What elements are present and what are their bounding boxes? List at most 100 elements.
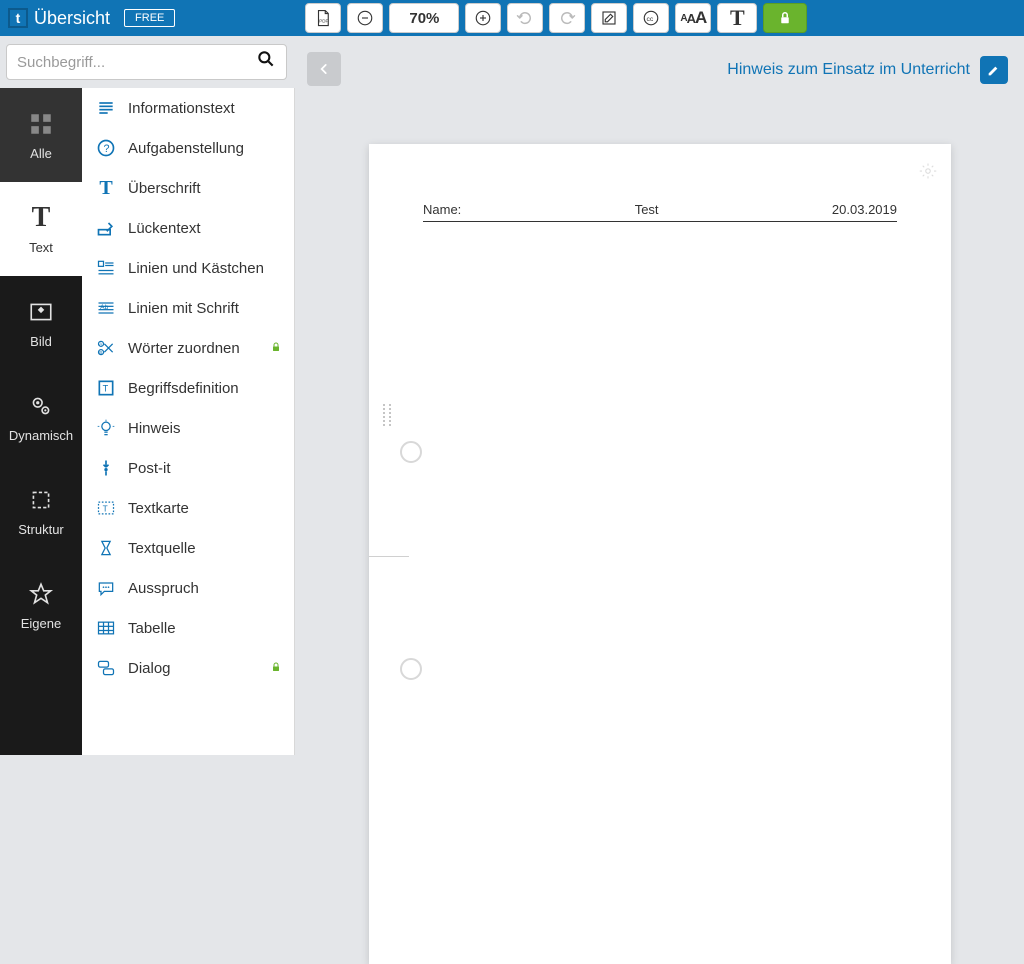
module-list: Informationstext ? Aufgabenstellung T Üb…	[82, 88, 295, 755]
drop-target[interactable]	[400, 441, 422, 463]
module-label: Tabelle	[128, 620, 176, 637]
module-label: Post-it	[128, 460, 171, 477]
module-lueckentext[interactable]: Lückentext	[82, 208, 294, 248]
module-postit[interactable]: Post-it	[82, 448, 294, 488]
edit-icon	[600, 9, 618, 27]
selection-icon	[27, 486, 55, 514]
document-header: Name: Test 20.03.2019	[423, 202, 897, 222]
edit-button[interactable]	[591, 3, 627, 33]
module-linien-kaestchen[interactable]: Linien und Kästchen	[82, 248, 294, 288]
module-label: Textkarte	[128, 500, 189, 517]
module-label: Begriffsdefinition	[128, 380, 239, 397]
gap-text-icon	[96, 218, 116, 238]
module-ausspruch[interactable]: Ausspruch	[82, 568, 294, 608]
document-page[interactable]: Name: Test 20.03.2019	[369, 144, 951, 964]
drag-handle[interactable]	[383, 404, 391, 426]
gear-icon	[919, 162, 937, 180]
gears-icon	[27, 392, 55, 420]
category-structure[interactable]: Struktur	[0, 464, 82, 558]
svg-text:B: B	[99, 350, 102, 355]
module-textquelle[interactable]: Textquelle	[82, 528, 294, 568]
module-label: Aufgabenstellung	[128, 140, 244, 157]
module-aufgabenstellung[interactable]: ? Aufgabenstellung	[82, 128, 294, 168]
word-match-icon: AB	[96, 338, 116, 358]
search-icon[interactable]	[256, 49, 276, 75]
module-label: Ausspruch	[128, 580, 199, 597]
collapse-sidebar-button[interactable]	[307, 52, 341, 86]
info-lines-icon	[96, 98, 116, 118]
svg-text:Ab: Ab	[100, 304, 108, 311]
definition-icon: T	[96, 378, 116, 398]
lines-text-icon: Ab	[96, 298, 116, 318]
quote-icon	[96, 578, 116, 598]
module-label: Hinweis	[128, 420, 181, 437]
module-hinweis[interactable]: Hinweis	[82, 408, 294, 448]
undo-button[interactable]	[507, 3, 543, 33]
module-tabelle[interactable]: Tabelle	[82, 608, 294, 648]
doc-date: 20.03.2019	[832, 202, 897, 217]
hourglass-icon	[96, 538, 116, 558]
logo[interactable]: t Übersicht FREE	[8, 8, 175, 29]
drop-target[interactable]	[400, 658, 422, 680]
category-image[interactable]: Bild	[0, 276, 82, 370]
page-settings-button[interactable]	[919, 162, 937, 185]
module-informationstext[interactable]: Informationstext	[82, 88, 294, 128]
category-text[interactable]: T Text	[0, 182, 82, 276]
category-own[interactable]: Eigene	[0, 558, 82, 652]
lock-icon	[270, 340, 282, 357]
category-all[interactable]: Alle	[0, 88, 82, 182]
top-bar: t Übersicht FREE PDF 70% cc AAA T	[0, 0, 1024, 36]
typography-button[interactable]: T	[717, 3, 757, 33]
image-icon	[27, 298, 55, 326]
search-box[interactable]	[6, 44, 287, 80]
star-icon	[27, 580, 55, 608]
logo-icon: t	[8, 8, 28, 28]
search-row	[0, 36, 295, 88]
textcard-icon: T	[96, 498, 116, 518]
license-button[interactable]: cc	[633, 3, 669, 33]
minus-circle-icon	[356, 9, 374, 27]
redo-icon	[558, 9, 576, 27]
category-dynamic[interactable]: Dynamisch	[0, 370, 82, 464]
usage-hint-link[interactable]: Hinweis zum Einsatz im Unterricht	[727, 61, 970, 79]
zoom-in-button[interactable]	[465, 3, 501, 33]
module-label: Informationstext	[128, 100, 235, 117]
lock-button[interactable]	[763, 3, 807, 33]
module-woerter-zuordnen[interactable]: AB Wörter zuordnen	[82, 328, 294, 368]
category-sidebar: Alle T Text Bild Dynamisch Struktur Eige…	[0, 36, 82, 755]
module-ueberschrift[interactable]: T Überschrift	[82, 168, 294, 208]
module-textkarte[interactable]: T Textkarte	[82, 488, 294, 528]
font-size-button[interactable]: AAA	[675, 3, 711, 33]
redo-button[interactable]	[549, 3, 585, 33]
lines-boxes-icon	[96, 258, 116, 278]
pencil-icon	[986, 62, 1002, 78]
search-input[interactable]	[17, 54, 256, 71]
module-dialog[interactable]: Dialog	[82, 648, 294, 688]
edit-hint-button[interactable]	[980, 56, 1008, 84]
postit-icon	[96, 458, 116, 478]
svg-text:T: T	[103, 383, 109, 393]
free-badge: FREE	[124, 9, 175, 27]
module-label: Linien und Kästchen	[128, 260, 264, 277]
pdf-icon: PDF	[314, 9, 332, 27]
hint-icon	[96, 418, 116, 438]
app-title: Übersicht	[34, 8, 110, 29]
question-icon: ?	[96, 138, 116, 158]
main-canvas: Hinweis zum Einsatz im Unterricht Name: …	[295, 36, 1024, 755]
svg-text:cc: cc	[647, 16, 654, 23]
zoom-out-button[interactable]	[347, 3, 383, 33]
module-begriffsdefinition[interactable]: T Begriffsdefinition	[82, 368, 294, 408]
grid-icon	[27, 110, 55, 138]
module-label: Wörter zuordnen	[128, 340, 240, 357]
svg-text:T: T	[103, 503, 108, 513]
module-linien-schrift[interactable]: Ab Linien mit Schrift	[82, 288, 294, 328]
plus-circle-icon	[474, 9, 492, 27]
pdf-button[interactable]: PDF	[305, 3, 341, 33]
cc-icon: cc	[642, 9, 660, 27]
zoom-level[interactable]: 70%	[389, 3, 459, 33]
doc-center-text: Test	[635, 202, 659, 217]
undo-icon	[516, 9, 534, 27]
hint-row: Hinweis zum Einsatz im Unterricht	[727, 56, 1008, 84]
table-icon	[96, 618, 116, 638]
module-label: Überschrift	[128, 180, 201, 197]
